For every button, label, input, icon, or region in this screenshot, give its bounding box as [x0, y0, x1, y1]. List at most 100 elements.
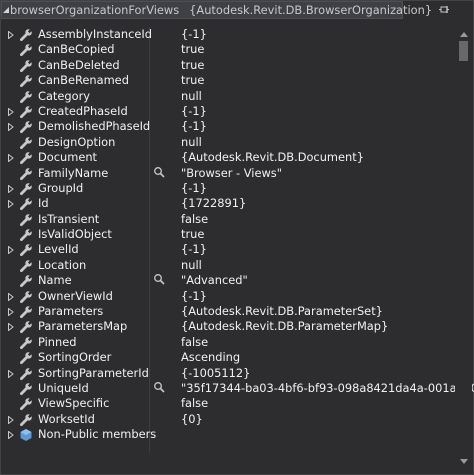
expand-placeholder: [7, 42, 15, 57]
property-row[interactable]: SortingParameterId {-1005112}: [1, 366, 455, 381]
property-row[interactable]: DemolishedPhaseId {-1}: [1, 119, 455, 134]
property-name: Non-Public members: [38, 427, 157, 442]
property-row[interactable]: CanBeRenamed true: [1, 73, 455, 88]
collapse-arrow-icon[interactable]: [2, 2, 10, 18]
property-row[interactable]: DesignOption null: [1, 135, 455, 150]
property-row[interactable]: ViewSpecific false: [1, 396, 455, 411]
property-row[interactable]: CanBeDeleted true: [1, 58, 455, 73]
property-value: null: [181, 257, 202, 272]
expand-placeholder: [7, 135, 15, 150]
property-wrench-icon: [19, 28, 33, 42]
scroll-up-icon[interactable]: [455, 27, 472, 41]
expand-arrow-icon[interactable]: [7, 27, 15, 42]
property-name: Parameters: [38, 304, 104, 319]
property-value: {-1}: [181, 27, 207, 41]
property-value: {0}: [181, 411, 203, 426]
property-row[interactable]: Parameters {Autodesk.Revit.DB.ParameterSe…: [1, 304, 455, 319]
property-row[interactable]: ParametersMap {Autodesk.Revit.DB.Paramete…: [1, 319, 455, 334]
expand-arrow-icon[interactable]: [7, 427, 15, 442]
text-visualizer-search-icon[interactable]: [153, 273, 167, 288]
property-row[interactable]: AssemblyInstanceId {-1}: [1, 27, 455, 42]
property-name: Name: [38, 273, 72, 288]
property-name: Id: [38, 196, 49, 211]
property-name: AssemblyInstanceId: [38, 27, 152, 41]
property-wrench-icon: [19, 243, 33, 257]
expand-placeholder: [7, 212, 15, 227]
expand-placeholder: [7, 381, 15, 396]
property-value: {Autodesk.Revit.DB.Document}: [181, 150, 364, 165]
property-value: false: [181, 211, 209, 226]
property-row[interactable]: CreatedPhaseId {-1}: [1, 104, 455, 119]
property-row[interactable]: UniqueId "35f17344-ba03-4bf6-bf93-098a842…: [1, 380, 474, 396]
property-wrench-icon: [19, 197, 33, 211]
scroll-thumb[interactable]: [459, 41, 468, 61]
expand-arrow-icon[interactable]: [7, 366, 15, 381]
property-row[interactable]: WorksetId {0}: [1, 412, 455, 427]
property-wrench-icon: [19, 259, 33, 273]
property-value: Ascending: [181, 350, 241, 365]
property-name: CanBeRenamed: [38, 73, 129, 88]
property-row[interactable]: SortingOrder Ascending: [1, 350, 455, 365]
property-wrench-icon: [19, 43, 33, 57]
property-name: DemolishedPhaseId: [38, 119, 151, 134]
property-name: CanBeCopied: [38, 42, 115, 57]
property-row[interactable]: CanBeCopied true: [1, 42, 455, 57]
property-name: OwnerViewId: [38, 288, 113, 303]
property-row[interactable]: Non-Public members: [1, 427, 455, 442]
property-row[interactable]: Name "Advanced": [1, 273, 455, 288]
expand-arrow-icon[interactable]: [7, 150, 15, 165]
expand-arrow-icon[interactable]: [7, 289, 15, 304]
expand-placeholder: [7, 89, 15, 104]
property-name: UniqueId: [38, 380, 89, 395]
scroll-down-icon[interactable]: [455, 454, 472, 468]
expand-arrow-icon[interactable]: [7, 242, 15, 257]
expand-arrow-icon[interactable]: [7, 319, 15, 334]
expand-arrow-icon[interactable]: [7, 304, 15, 319]
property-wrench-icon: [19, 367, 33, 381]
property-value: true: [181, 227, 205, 242]
property-name: IsTransient: [38, 211, 100, 226]
property-name: Category: [38, 88, 91, 103]
property-row[interactable]: Category null: [1, 89, 455, 104]
vertical-scrollbar[interactable]: [455, 27, 472, 468]
property-row[interactable]: OwnerViewId {-1}: [1, 289, 455, 304]
property-wrench-icon: [19, 320, 33, 334]
datatip-header[interactable]: browserOrganizationForViews {Autodesk.Rev…: [1, 1, 450, 19]
property-wrench-icon: [19, 213, 33, 227]
expand-arrow-icon[interactable]: [7, 181, 15, 196]
property-row[interactable]: GroupId {-1}: [1, 181, 455, 196]
property-row[interactable]: Location null: [1, 258, 455, 273]
property-grid: AssemblyInstanceId {-1} CanBeCopied true Can…: [1, 27, 474, 443]
property-row[interactable]: LevelId {-1}: [1, 242, 455, 257]
property-row[interactable]: Id {1722891}: [1, 196, 455, 211]
expand-arrow-icon[interactable]: [7, 119, 15, 134]
property-value: false: [181, 396, 209, 411]
text-visualizer-search-icon[interactable]: [153, 166, 167, 181]
property-row[interactable]: IsValidObject true: [1, 227, 455, 242]
expand-placeholder: [7, 273, 15, 288]
property-value: "35f17344-ba03-4bf6-bf93-098a8421da4a-00…: [181, 380, 474, 395]
property-value: {1722891}: [181, 196, 247, 211]
property-value: null: [181, 134, 202, 149]
pin-icon[interactable]: [438, 4, 450, 16]
expand-placeholder: [7, 73, 15, 88]
property-wrench-icon: [19, 228, 33, 242]
property-wrench-icon: [19, 90, 33, 104]
property-value: true: [181, 73, 205, 88]
property-row[interactable]: FamilyName "Browser - Views": [1, 166, 455, 181]
text-visualizer-search-icon[interactable]: [153, 381, 167, 396]
variable-type: {Autodesk.Revit.DB.BrowserOrganization}: [189, 3, 433, 17]
property-wrench-icon: [19, 120, 33, 134]
expand-arrow-icon[interactable]: [7, 412, 15, 427]
property-wrench-icon: [19, 382, 33, 396]
property-name: Pinned: [38, 334, 77, 349]
property-row[interactable]: Document {Autodesk.Revit.DB.Document}: [1, 150, 455, 165]
expand-placeholder: [7, 166, 15, 181]
property-row[interactable]: Pinned false: [1, 335, 455, 350]
property-value: true: [181, 57, 205, 72]
property-value: {-1005112}: [181, 365, 251, 380]
expand-arrow-icon[interactable]: [7, 104, 15, 119]
expand-arrow-icon[interactable]: [7, 196, 15, 211]
property-value: {Autodesk.Revit.DB.ParameterSet}: [181, 304, 383, 319]
property-row[interactable]: IsTransient false: [1, 212, 455, 227]
